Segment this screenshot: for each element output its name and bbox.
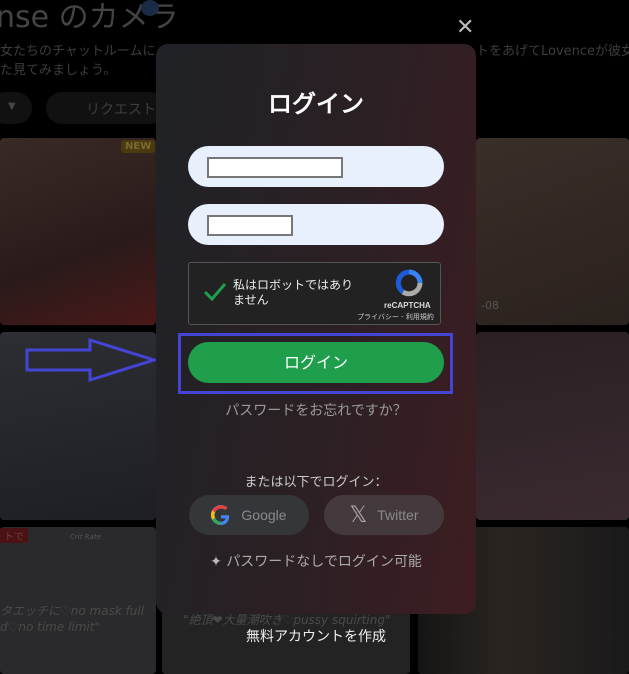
sparkles-icon: ✦ bbox=[210, 554, 222, 570]
google-label: Google bbox=[241, 507, 287, 523]
description-line2: た見てみましょう。 bbox=[0, 63, 117, 78]
forgot-password-link[interactable]: パスワードをお忘れですか？ bbox=[156, 400, 476, 420]
passwordless-label: パスワードなしでログイン可能 bbox=[226, 554, 422, 570]
recaptcha-brand: reCAPTCHA bbox=[384, 301, 431, 310]
passwordless-login-link[interactable]: ✦ パスワードなしでログイン可能 bbox=[156, 551, 476, 571]
x-logo-icon: 𝕏 bbox=[349, 502, 368, 528]
close-icon: ✕ bbox=[456, 15, 475, 40]
twitter-label: Twitter bbox=[377, 507, 419, 523]
cam-tile[interactable] bbox=[476, 332, 629, 520]
recaptcha-checkbox[interactable] bbox=[201, 277, 229, 305]
password-input[interactable] bbox=[188, 204, 444, 245]
login-button[interactable]: ログイン bbox=[188, 342, 444, 383]
username-input[interactable] bbox=[188, 146, 444, 187]
recaptcha-label: 私はロボットではありません bbox=[233, 278, 354, 307]
annotation-arrow-icon bbox=[25, 337, 160, 383]
login-modal: ログイン 私はロボットではありません reCAPTCHA プライバシー - 利用… bbox=[156, 44, 476, 614]
redacted-value bbox=[207, 215, 293, 236]
tile-caption: d♡no time limit" bbox=[0, 620, 100, 634]
twitter-login-button[interactable]: 𝕏 Twitter bbox=[324, 495, 444, 535]
recaptcha-box: 私はロボットではありません reCAPTCHA プライバシー - 利用規約 bbox=[188, 262, 441, 325]
recaptcha-links[interactable]: プライバシー - 利用規約 bbox=[357, 312, 434, 322]
modal-title: ログイン bbox=[268, 90, 364, 118]
cam-tile[interactable] bbox=[0, 138, 156, 325]
google-icon bbox=[211, 505, 230, 525]
cam-tile[interactable] bbox=[476, 138, 629, 325]
tile-badge: トで bbox=[0, 528, 28, 543]
or-login-with-label: または以下でログイン： bbox=[244, 475, 388, 490]
redacted-value bbox=[207, 157, 343, 178]
create-account-link[interactable]: 無料アカウントを作成 bbox=[156, 626, 476, 646]
google-login-button[interactable]: Google bbox=[189, 495, 309, 535]
description-right: トをあげてLovenceが彼女た bbox=[476, 44, 629, 59]
crit-rate: Crit Rate bbox=[70, 533, 101, 541]
verified-icon bbox=[141, 0, 159, 16]
close-button[interactable]: ✕ bbox=[456, 15, 474, 41]
filter-dropdown[interactable]: ▼ bbox=[0, 92, 32, 124]
new-badge: NEW bbox=[121, 140, 156, 153]
request-chip[interactable]: リクエスト bbox=[46, 92, 166, 124]
description: 女たちのチャットルームに bbox=[0, 44, 156, 59]
cam-tile[interactable] bbox=[0, 527, 156, 674]
tile-caption: タエッチに♡no mask full bbox=[0, 604, 145, 618]
checkmark-icon bbox=[203, 283, 227, 302]
tile-label: -08 bbox=[481, 299, 499, 312]
request-chip-label: リクエスト bbox=[86, 102, 156, 118]
recaptcha-logo-icon bbox=[395, 269, 423, 297]
